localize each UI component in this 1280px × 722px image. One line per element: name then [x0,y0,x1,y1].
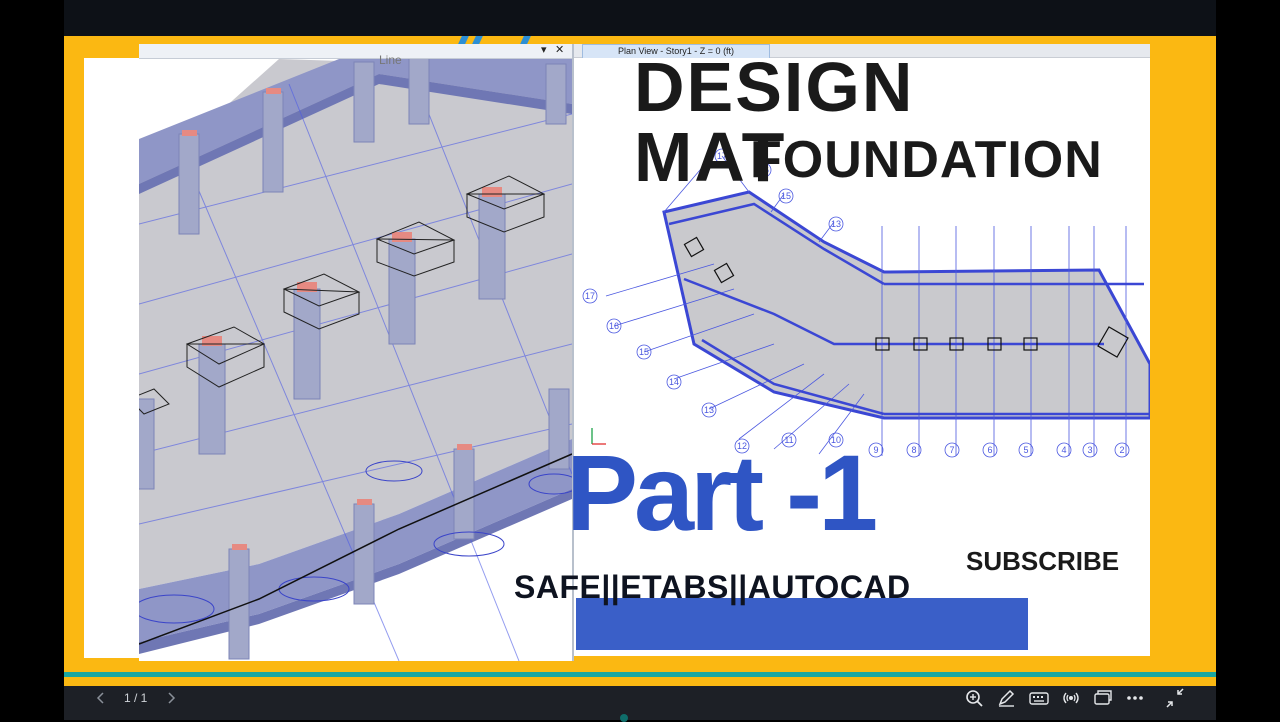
zoom-in-icon[interactable] [964,688,986,708]
software-text: SAFE||ETABS||AUTOCAD [514,569,911,605]
broadcast-icon[interactable] [1060,688,1082,708]
collapse-icon[interactable] [1164,688,1186,708]
svg-text:15: 15 [639,347,649,357]
svg-text:17: 17 [585,291,595,301]
accent-mark [472,36,483,44]
player-bar: 1 / 1 [64,686,1216,722]
page-indicator: 1 / 1 [124,691,148,705]
close-icon[interactable]: ✕ [555,44,564,56]
svg-text:13: 13 [831,219,841,229]
svg-text:3: 3 [1087,445,1092,455]
svg-text:8: 8 [911,445,916,455]
pen-icon[interactable] [996,688,1018,708]
svg-text:14: 14 [669,377,679,387]
svg-text:13: 13 [704,405,714,415]
svg-text:9: 9 [873,445,878,455]
part-title: Part -1 [566,432,878,553]
svg-text:5: 5 [1023,445,1028,455]
more-icon[interactable] [1124,688,1146,708]
window-icon[interactable] [1092,688,1114,708]
title-line-2: FOUNDATION [750,131,1103,189]
accent-mark [520,36,531,44]
accent-mark [458,36,469,44]
progress-dot[interactable] [620,714,628,722]
3d-model [139,52,572,661]
chevron-right-icon[interactable] [160,688,182,708]
dropdown-icon[interactable]: ▾ [541,44,547,56]
top-bar [64,0,1216,36]
left-strip [84,58,144,658]
svg-text:4: 4 [1061,445,1066,455]
subscribe-label: SUBSCRIBE [966,546,1120,576]
svg-text:7: 7 [949,445,954,455]
line-label: Line [379,53,402,67]
pane-title-bar: ▾ ✕ [139,44,572,59]
svg-text:16: 16 [609,321,619,331]
chevron-left-icon[interactable] [90,688,112,708]
svg-text:6: 6 [987,445,992,455]
keyboard-icon[interactable] [1028,688,1050,708]
teal-strip [64,672,1216,677]
3d-view-pane[interactable]: ▾ ✕ Line [139,44,572,661]
svg-text:2: 2 [1119,445,1124,455]
